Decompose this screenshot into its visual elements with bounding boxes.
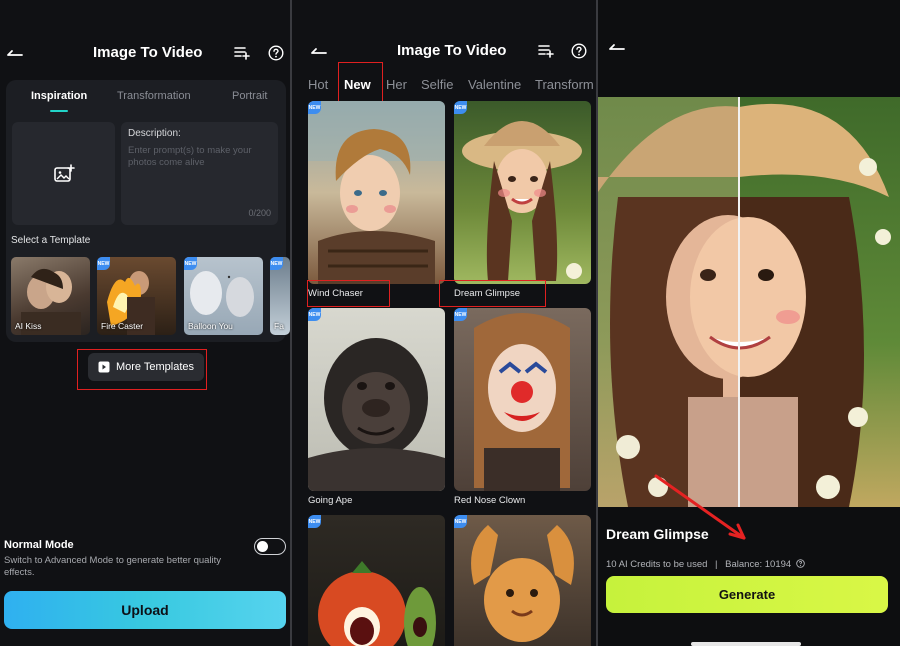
help-icon[interactable] <box>569 41 589 61</box>
upload-button[interactable]: Upload <box>4 591 286 629</box>
description-label: Description: <box>128 128 181 139</box>
char-counter: 0/200 <box>248 208 271 218</box>
active-tab-indicator <box>50 110 68 112</box>
template-title: Dream Glimpse <box>606 526 709 542</box>
tab-selfie[interactable]: Selfie <box>421 77 454 92</box>
template-partial[interactable]: NEW Fa <box>270 257 290 335</box>
new-badge: NEW <box>97 257 110 270</box>
card-going-ape[interactable]: NEW <box>308 308 445 491</box>
image-plus-icon <box>53 163 75 182</box>
credits-separator: | <box>715 559 718 570</box>
question-circle-icon[interactable] <box>796 559 805 568</box>
new-badge: NEW <box>308 101 321 114</box>
tab-portrait[interactable]: Portrait <box>232 90 267 102</box>
page-title: Image To Video <box>397 42 507 59</box>
new-badge: NEW <box>454 308 467 321</box>
select-template-label: Select a Template <box>11 235 91 246</box>
tab-her[interactable]: Her <box>386 77 407 92</box>
new-badge: NEW <box>454 515 467 528</box>
template-fire-caster[interactable]: NEW Fire Caster <box>97 257 176 335</box>
template-label: Fa <box>274 321 284 331</box>
playlist-icon[interactable] <box>232 43 252 63</box>
template-preview-screen: Dream Glimpse 10 AI Credits to be used |… <box>598 0 900 646</box>
new-badge: NEW <box>454 101 467 114</box>
home-indicator <box>691 642 801 646</box>
back-arrow-icon[interactable] <box>309 40 329 60</box>
card-red-nose-clown[interactable]: NEW <box>454 308 591 491</box>
template-label: Fire Caster <box>101 321 144 331</box>
card-wind-chaser[interactable]: NEW <box>308 101 445 284</box>
template-balloon-you[interactable]: NEW Balloon You <box>184 257 263 335</box>
before-after-preview <box>598 97 900 507</box>
description-field[interactable]: Description: Enter prompt(s) to make you… <box>121 122 278 225</box>
template-label: AI Kiss <box>15 321 42 331</box>
description-placeholder: Enter prompt(s) to make your photos come… <box>128 145 252 168</box>
toggle-knob <box>257 540 268 552</box>
template-label: Balloon You <box>188 321 233 331</box>
mode-description: Switch to Advanced Mode to generate bett… <box>4 555 222 578</box>
tab-transformation[interactable]: Transformation <box>117 90 191 102</box>
tab-hot[interactable]: Hot <box>308 77 328 92</box>
template-ai-kiss[interactable]: AI Kiss <box>11 257 90 335</box>
image-to-video-setup-screen: Image To Video Inspiration Transformatio… <box>0 0 290 646</box>
help-icon[interactable] <box>266 43 286 63</box>
highlight-box <box>338 62 383 103</box>
generate-button[interactable]: Generate <box>606 576 888 613</box>
highlight-box <box>439 280 546 307</box>
compare-divider[interactable] <box>738 97 740 507</box>
back-arrow-icon[interactable] <box>5 42 25 62</box>
card-label: Going Ape <box>308 495 353 506</box>
card-veggie[interactable]: NEW <box>308 515 445 646</box>
image-upload-slot[interactable] <box>12 122 115 225</box>
back-arrow-icon[interactable] <box>607 36 627 56</box>
card-dream-glimpse[interactable]: NEW <box>454 101 591 284</box>
new-badge: NEW <box>184 257 197 270</box>
tab-valentine[interactable]: Valentine <box>468 77 521 92</box>
tab-inspiration[interactable]: Inspiration <box>31 90 87 102</box>
advanced-mode-toggle[interactable] <box>254 538 286 555</box>
new-badge: NEW <box>308 308 321 321</box>
tab-transform[interactable]: Transform <box>535 77 594 92</box>
credits-used: 10 AI Credits to be used <box>606 559 708 570</box>
balance: Balance: 10194 <box>725 559 792 570</box>
page-title: Image To Video <box>93 44 203 61</box>
new-badge: NEW <box>308 515 321 528</box>
new-badge: NEW <box>270 257 283 270</box>
mode-title: Normal Mode <box>4 539 74 551</box>
playlist-icon[interactable] <box>536 41 556 61</box>
card-label: Red Nose Clown <box>454 495 526 506</box>
highlight-box <box>77 349 207 390</box>
template-gallery-screen: Image To Video Hot New Her Selfie Valent… <box>292 0 596 646</box>
credits-info: 10 AI Credits to be used | Balance: 1019… <box>606 559 805 570</box>
card-furry[interactable]: NEW <box>454 515 591 646</box>
highlight-box <box>307 280 390 307</box>
